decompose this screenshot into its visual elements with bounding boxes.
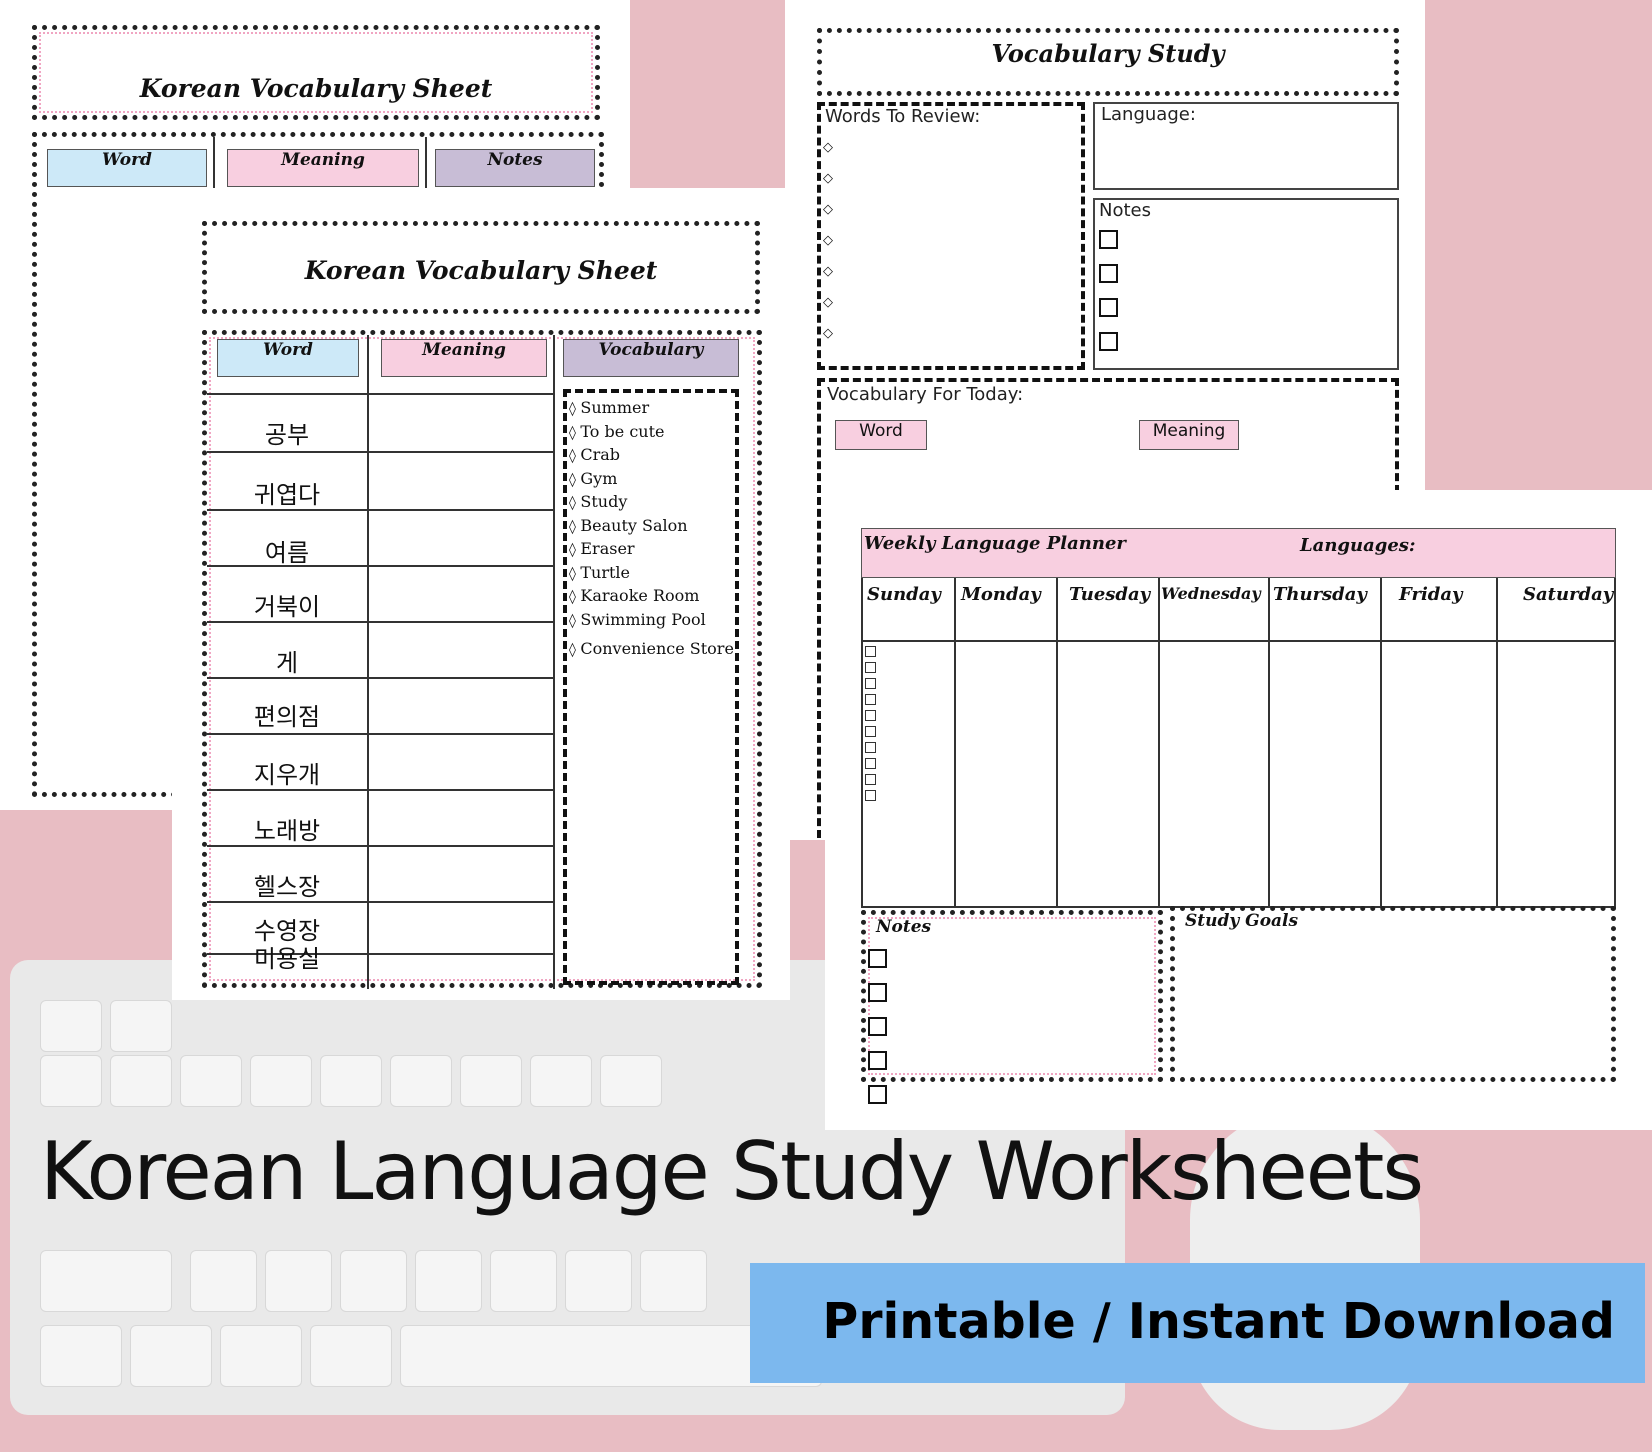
sheet2-col-vocabulary: Vocabulary [563, 339, 739, 377]
checkbox[interactable] [865, 790, 876, 801]
vocab-item: Summer [569, 397, 735, 421]
diamond-icon: ◇ [823, 326, 833, 341]
sheet1-col-notes: Notes [435, 149, 595, 187]
sheet2-col-word: Word [217, 339, 359, 377]
study-goals-box: Study Goals [1170, 906, 1616, 1082]
study-title: Vocabulary Study [991, 39, 1225, 68]
word-row: 미용실 [253, 945, 321, 973]
checkbox[interactable] [865, 774, 876, 785]
word-row: 공부 [264, 421, 310, 449]
planner-notes-box: Notes [861, 910, 1163, 1104]
day-wednesday: Wednesday [1161, 584, 1261, 603]
checkbox[interactable] [1099, 230, 1118, 249]
vocabulary-list: Summer To be cute Crab Gym Study Beauty … [567, 393, 735, 662]
vocab-today-word: Word [835, 420, 927, 450]
study-notes-box: Notes [1093, 198, 1399, 370]
word-row: 지우개 [253, 761, 321, 789]
cta-label: Printable / Instant Download [822, 1293, 1615, 1350]
vocab-item: Convenience Store [569, 638, 735, 662]
vocab-today-label: Vocabulary For Today: [827, 384, 1024, 405]
weekly-planner-sheet: Weekly Language Planner Languages: Sunda… [825, 490, 1652, 1130]
vocab-item: Karaoke Room [569, 585, 735, 609]
day-sunday: Sunday [867, 584, 941, 605]
language-label: Language: [1101, 104, 1196, 125]
checkbox[interactable] [1099, 298, 1118, 317]
words-to-review-box: Words To Review: ◇ ◇ ◇ ◇ ◇ ◇ ◇ [817, 102, 1085, 370]
study-goals-label: Study Goals [1185, 911, 1299, 931]
checkbox[interactable] [868, 983, 887, 1002]
planner-title: Weekly Language Planner [864, 533, 1126, 554]
checkbox[interactable] [865, 662, 876, 673]
sheet1-title: Korean Vocabulary Sheet [139, 74, 493, 103]
cta-banner: Printable / Instant Download [750, 1263, 1645, 1383]
checkbox[interactable] [865, 678, 876, 689]
study-notes-label: Notes [1099, 200, 1151, 221]
checkbox[interactable] [865, 726, 876, 737]
headline: Korean Language Study Worksheets [40, 1125, 1424, 1218]
checkbox[interactable] [868, 1017, 887, 1036]
diamond-icon: ◇ [823, 264, 833, 279]
checkbox[interactable] [868, 949, 887, 968]
sheet2-title: Korean Vocabulary Sheet [304, 256, 658, 285]
words-to-review-label: Words To Review: [825, 106, 981, 127]
word-row: 귀엽다 [253, 481, 321, 509]
vocab-today-meaning: Meaning [1139, 420, 1239, 450]
planner-notes-label: Notes [876, 917, 932, 937]
checkbox[interactable] [865, 646, 876, 657]
planner-header: Weekly Language Planner Languages: [861, 528, 1616, 578]
day-thursday: Thursday [1273, 584, 1367, 605]
study-title-box: Vocabulary Study [817, 28, 1399, 96]
diamond-icon: ◇ [823, 202, 833, 217]
vocab-item: To be cute [569, 421, 735, 445]
diamond-icon: ◇ [823, 233, 833, 248]
sheet2-table: Word Meaning Vocabulary 공부 귀엽다 여름 거북이 게 … [202, 330, 762, 989]
planner-grid: Sunday Monday Tuesday Wednesday Thursday… [861, 578, 1616, 908]
checkbox[interactable] [1099, 264, 1118, 283]
sheet2-title-box: Korean Vocabulary Sheet [202, 221, 760, 314]
word-row: 거북이 [253, 593, 321, 621]
sheet1-col-word: Word [47, 149, 207, 187]
vocabulary-sheet-front: Korean Vocabulary Sheet Word Meaning Voc… [172, 188, 790, 1000]
word-row: 여름 [264, 539, 310, 567]
vocab-item: Study [569, 491, 735, 515]
sheet1-col-meaning: Meaning [227, 149, 419, 187]
word-row: 헬스장 [253, 873, 321, 901]
day-tuesday: Tuesday [1069, 584, 1151, 605]
day-saturday: Saturday [1523, 584, 1614, 605]
checkbox[interactable] [1099, 332, 1118, 351]
checkbox[interactable] [865, 694, 876, 705]
checkbox[interactable] [868, 1051, 887, 1070]
word-row: 편의점 [253, 703, 321, 731]
word-row: 게 [275, 649, 299, 677]
vocab-item: Crab [569, 444, 735, 468]
sheet2-col-meaning: Meaning [381, 339, 547, 377]
day-monday: Monday [961, 584, 1041, 605]
vocab-item: Swimming Pool [569, 609, 735, 633]
checkbox[interactable] [868, 1085, 887, 1104]
diamond-icon: ◇ [823, 140, 833, 155]
checkbox[interactable] [865, 742, 876, 753]
vocab-item: Eraser [569, 538, 735, 562]
day-friday: Friday [1399, 584, 1463, 605]
checkbox[interactable] [865, 758, 876, 769]
language-box: Language: [1093, 102, 1399, 190]
vocab-item: Turtle [569, 562, 735, 586]
checkbox[interactable] [865, 710, 876, 721]
diamond-icon: ◇ [823, 295, 833, 310]
sheet1-title-box: Korean Vocabulary Sheet [32, 25, 600, 120]
planner-languages: Languages: [1300, 535, 1416, 556]
word-row: 노래방 [253, 817, 321, 845]
diamond-icon: ◇ [823, 171, 833, 186]
vocab-item: Gym [569, 468, 735, 492]
vocabulary-list-box: Summer To be cute Crab Gym Study Beauty … [563, 389, 739, 985]
vocab-item: Beauty Salon [569, 515, 735, 539]
